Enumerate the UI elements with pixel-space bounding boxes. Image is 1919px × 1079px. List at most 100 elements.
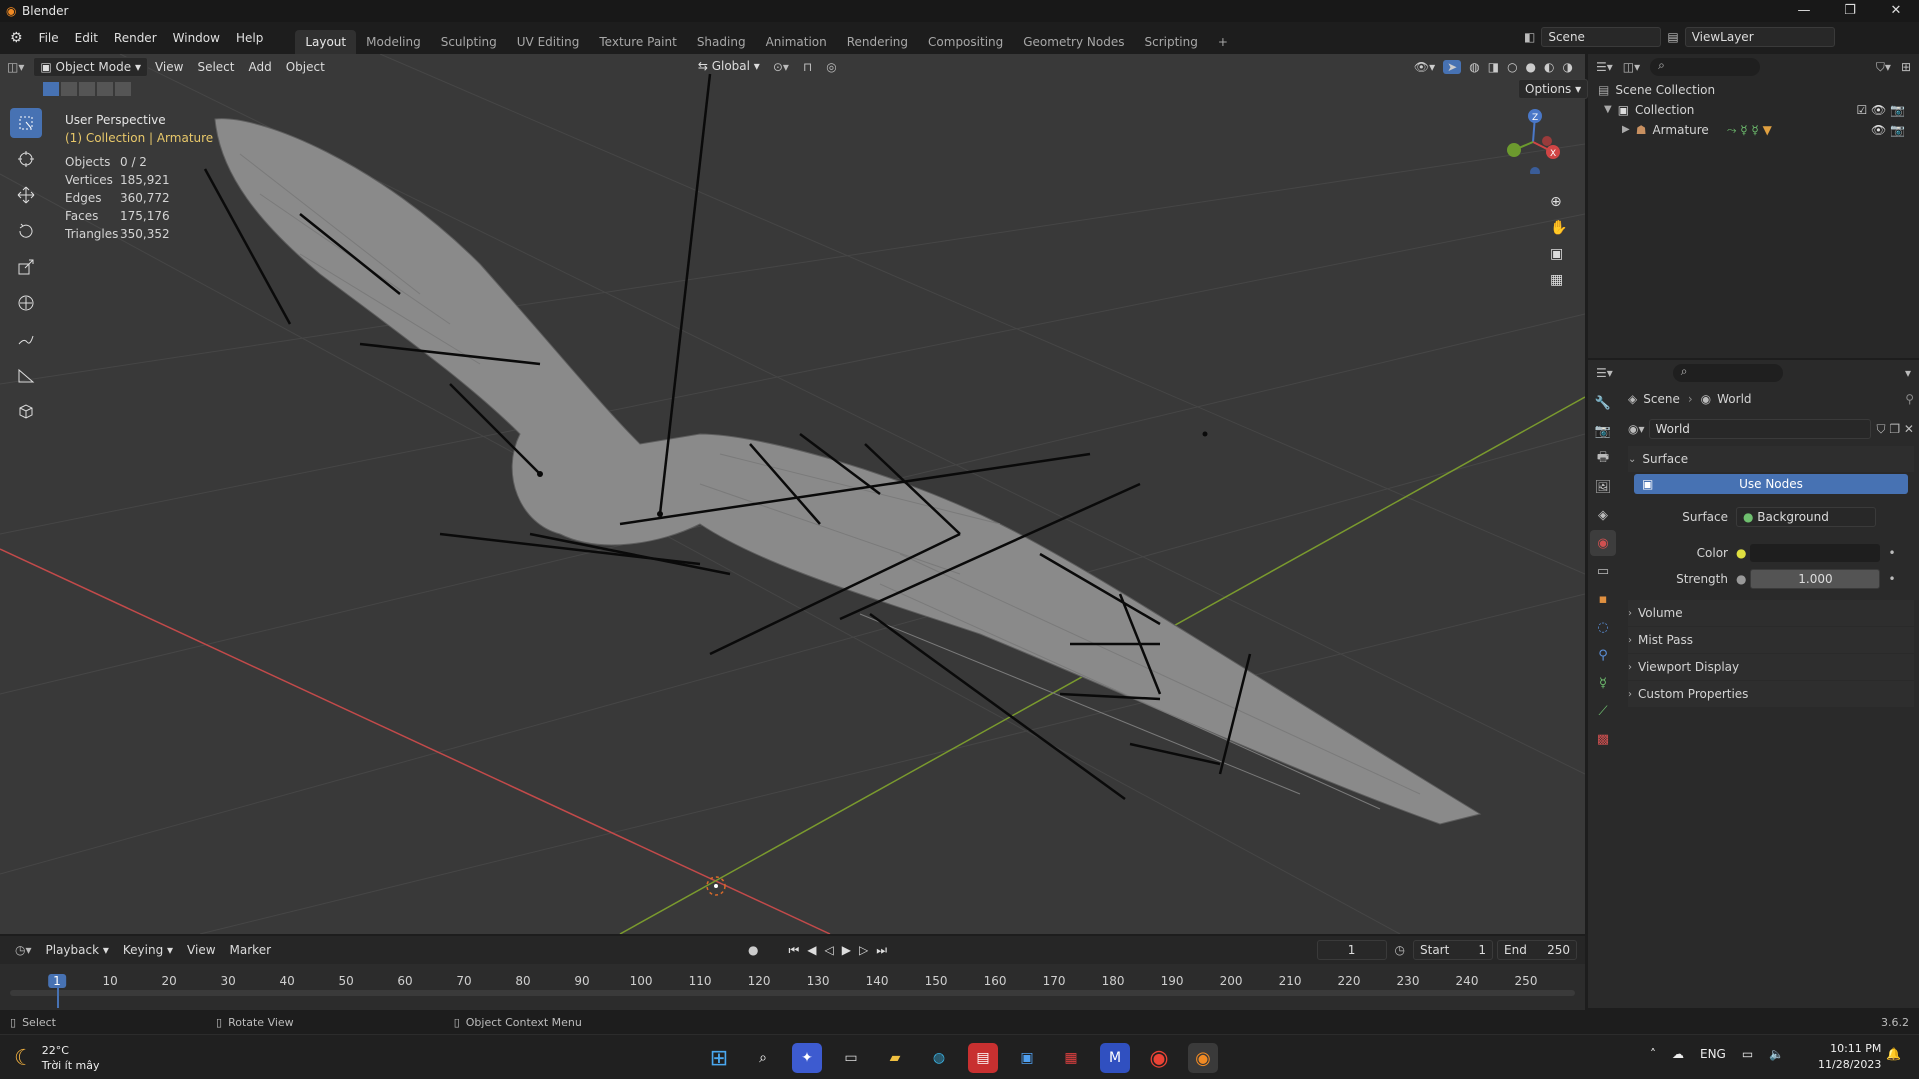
add-workspace-icon[interactable]: + bbox=[1208, 30, 1238, 54]
rendered-shading-icon[interactable]: ◑ bbox=[1563, 60, 1573, 74]
physics-tab-icon[interactable]: ◌ bbox=[1590, 614, 1616, 640]
tab-geometry-nodes[interactable]: Geometry Nodes bbox=[1013, 30, 1134, 54]
volume-icon[interactable]: 🔈 bbox=[1769, 1047, 1784, 1061]
orientation-selector[interactable]: ⇆ Global ▾ bbox=[692, 57, 766, 77]
viewport-menu-object[interactable]: Object bbox=[279, 60, 332, 74]
tab-sculpting[interactable]: Sculpting bbox=[431, 30, 507, 54]
select-extend-icon[interactable] bbox=[61, 82, 77, 96]
tab-modeling[interactable]: Modeling bbox=[356, 30, 431, 54]
expand-arrow-icon[interactable]: ▶ bbox=[1622, 120, 1630, 140]
render-tab-icon[interactable]: 📷 bbox=[1590, 418, 1616, 444]
menu-help[interactable]: Help bbox=[228, 27, 271, 49]
viewport-display-panel-header[interactable]: › Viewport Display bbox=[1628, 654, 1914, 680]
task-view-icon[interactable]: ▭ bbox=[836, 1043, 866, 1073]
tab-shading[interactable]: Shading bbox=[687, 30, 756, 54]
rotate-tool-icon[interactable] bbox=[10, 216, 42, 246]
app-icon-red[interactable]: ▤ bbox=[968, 1043, 998, 1073]
app-icon-m[interactable]: M bbox=[1100, 1043, 1130, 1073]
filter-icon[interactable]: ⛉▾ bbox=[1876, 60, 1891, 75]
tab-compositing[interactable]: Compositing bbox=[918, 30, 1013, 54]
select-intersect-icon[interactable] bbox=[115, 82, 131, 96]
minimize-icon[interactable]: — bbox=[1781, 0, 1827, 22]
timeline-menu-keying[interactable]: Keying ▾ bbox=[116, 943, 180, 957]
collection-visibility-icons[interactable]: ☑ 👁 📷 bbox=[1856, 100, 1905, 120]
select-subtract-icon[interactable] bbox=[79, 82, 95, 96]
use-nodes-button[interactable]: ▣ Use Nodes bbox=[1634, 474, 1908, 494]
strength-field[interactable]: 1.000 bbox=[1750, 569, 1881, 589]
playhead-line[interactable] bbox=[57, 988, 59, 1008]
wireframe-shading-icon[interactable]: ○ bbox=[1507, 60, 1517, 74]
end-frame-field[interactable]: End 250 bbox=[1497, 940, 1577, 960]
store-icon[interactable]: ▣ bbox=[1012, 1043, 1042, 1073]
mist-pass-panel-header[interactable]: › Mist Pass bbox=[1628, 627, 1914, 653]
world-tab-icon[interactable]: ◉ bbox=[1590, 530, 1616, 556]
tab-uv-editing[interactable]: UV Editing bbox=[507, 30, 590, 54]
outliner-search-input[interactable]: ⌕ bbox=[1650, 58, 1761, 76]
record-icon[interactable]: ● bbox=[748, 943, 758, 957]
new-collection-icon[interactable]: ⊞ bbox=[1901, 60, 1911, 74]
texture-tab-icon[interactable]: ▩ bbox=[1590, 726, 1616, 752]
tab-scripting[interactable]: Scripting bbox=[1134, 30, 1207, 54]
select-box-tool-icon[interactable] bbox=[10, 108, 42, 138]
tab-layout[interactable]: Layout bbox=[295, 30, 357, 54]
clock[interactable]: 10:11 PM 11/28/2023 bbox=[1818, 1041, 1881, 1073]
output-tab-icon[interactable]: 🖶 bbox=[1590, 446, 1616, 472]
view-layer-icon[interactable]: ▤ bbox=[1667, 30, 1678, 44]
scale-tool-icon[interactable] bbox=[10, 252, 42, 282]
menu-window[interactable]: Window bbox=[165, 27, 228, 49]
editor-type-icon[interactable]: ◫▾ bbox=[0, 60, 31, 74]
start-frame-field[interactable]: Start 1 bbox=[1413, 940, 1493, 960]
menu-file[interactable]: File bbox=[31, 27, 67, 49]
xray-icon[interactable]: ◨ bbox=[1488, 60, 1499, 74]
tool-tab-icon[interactable]: 🔧 bbox=[1590, 390, 1616, 416]
timeline-scrollbar[interactable] bbox=[10, 990, 1575, 996]
properties-search-input[interactable]: ⌕ bbox=[1672, 364, 1783, 382]
search-icon[interactable]: ⌕ bbox=[748, 1043, 778, 1073]
volume-panel-header[interactable]: › Volume bbox=[1628, 600, 1914, 626]
options-dropdown[interactable]: Options ▾ bbox=[1518, 79, 1589, 99]
blender-taskbar-icon[interactable]: ◉ bbox=[1188, 1043, 1218, 1073]
select-new-icon[interactable] bbox=[43, 82, 59, 96]
frame-ruler[interactable]: 1 10 20 30 40 50 60 70 80 90 100 110 120 130 140 150 160… bbox=[0, 964, 1585, 1008]
pin-icon[interactable]: ⚲ bbox=[1905, 392, 1914, 406]
proportional-edit-icon[interactable]: ◎ bbox=[819, 60, 843, 74]
pan-hand-icon[interactable]: ✋ bbox=[1550, 220, 1567, 236]
outliner-row-collection[interactable]: ▼ ▣ Collection ☑ 👁 📷 bbox=[1598, 100, 1919, 120]
edge-browser-icon[interactable]: ◍ bbox=[924, 1043, 954, 1073]
add-cube-tool-icon[interactable] bbox=[10, 396, 42, 426]
ortho-grid-icon[interactable]: ▦ bbox=[1550, 272, 1567, 288]
collection-tab-icon[interactable]: ▭ bbox=[1590, 558, 1616, 584]
scene-tab-icon[interactable]: ◈ bbox=[1590, 502, 1616, 528]
chevron-up-icon[interactable]: ˄ bbox=[1650, 1047, 1656, 1061]
outliner-editor-icon[interactable]: ☰▾ bbox=[1596, 60, 1613, 74]
armature-visibility-icons[interactable]: 👁 📷 bbox=[1871, 120, 1905, 140]
notification-bell-icon[interactable]: 🔔 bbox=[1886, 1047, 1901, 1061]
network-icon[interactable]: ▭ bbox=[1742, 1047, 1753, 1061]
annotate-tool-icon[interactable] bbox=[10, 324, 42, 354]
app-icon-grid[interactable]: ▦ bbox=[1056, 1043, 1086, 1073]
copilot-icon[interactable]: ✦ bbox=[792, 1043, 822, 1073]
gizmo-toggle-icon[interactable]: ➤ bbox=[1443, 60, 1462, 74]
measure-tool-icon[interactable] bbox=[10, 360, 42, 390]
playback-controls[interactable]: ⏮◀◁▶▷⏭ bbox=[789, 943, 896, 958]
display-mode-icon[interactable]: ◫▾ bbox=[1623, 60, 1640, 74]
viewport-menu-view[interactable]: View bbox=[148, 60, 190, 74]
keyframe-dot-icon[interactable]: • bbox=[1888, 572, 1895, 586]
material-shading-icon[interactable]: ◐ bbox=[1544, 60, 1554, 74]
close-icon[interactable]: ✕ bbox=[1873, 0, 1919, 22]
blender-menu-icon[interactable]: ⚙ bbox=[10, 30, 23, 46]
move-tool-icon[interactable] bbox=[10, 180, 42, 210]
collapse-arrow-icon[interactable]: ▼ bbox=[1604, 100, 1612, 120]
camera-view-icon[interactable]: ▣ bbox=[1550, 246, 1567, 262]
viewport-menu-add[interactable]: Add bbox=[241, 60, 278, 74]
tab-rendering[interactable]: Rendering bbox=[837, 30, 918, 54]
select-invert-icon[interactable] bbox=[97, 82, 113, 96]
preview-range-icon[interactable]: ◷ bbox=[1395, 943, 1405, 957]
navigation-gizmo[interactable]: Z X bbox=[1498, 104, 1568, 177]
language-indicator[interactable]: ENG bbox=[1700, 1047, 1726, 1061]
cursor-tool-icon[interactable] bbox=[10, 144, 42, 174]
menu-render[interactable]: Render bbox=[106, 27, 165, 49]
transform-tool-icon[interactable] bbox=[10, 288, 42, 318]
world-name-field[interactable]: World bbox=[1648, 419, 1871, 439]
viewport-menu-select[interactable]: Select bbox=[190, 60, 241, 74]
